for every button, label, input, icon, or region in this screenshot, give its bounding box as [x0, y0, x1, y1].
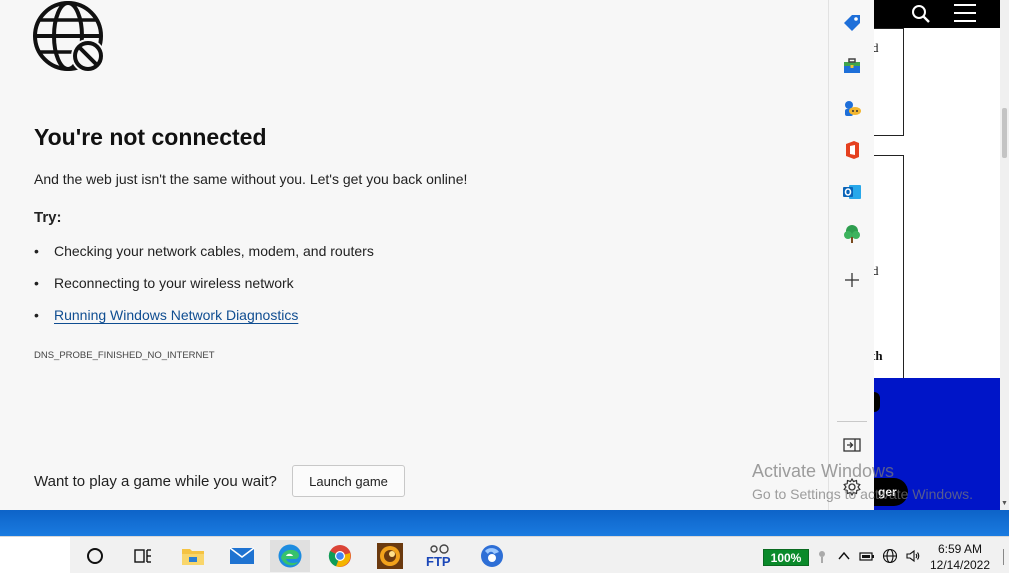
search-icon[interactable] [911, 4, 931, 24]
volume-icon[interactable] [905, 548, 921, 564]
network-globe-icon[interactable] [882, 548, 898, 564]
office-icon[interactable] [842, 140, 862, 160]
edge-icon[interactable] [270, 540, 310, 572]
text-fragment: d [874, 40, 879, 55]
bullet: • [34, 243, 39, 259]
game-app-icon[interactable] [370, 540, 410, 572]
suggestion-item: • Reconnecting to your wireless network [34, 275, 294, 291]
chevron-up-icon[interactable] [836, 548, 852, 564]
show-desktop-button[interactable] [1003, 549, 1009, 565]
file-explorer-icon[interactable] [173, 540, 213, 572]
window-bottom-strip [0, 510, 1009, 536]
scrollbar-thumb[interactable] [1002, 108, 1007, 158]
banner-cta-button[interactable]: ger [874, 478, 908, 506]
clock-date: 12/14/2022 [929, 558, 991, 572]
page-title: You're not connected [34, 124, 267, 150]
browser-app-icon[interactable] [472, 540, 512, 572]
edge-sidebar [828, 0, 874, 510]
cortana-icon[interactable] [75, 540, 115, 572]
text-fragment: d [874, 263, 879, 278]
taskbar: FTP 100% 6:59 AM 12/14/2022 [0, 536, 1009, 573]
suggestion-text: Checking your network cables, modem, and… [54, 243, 374, 259]
mail-icon[interactable] [222, 540, 262, 572]
task-view-icon[interactable] [123, 540, 163, 572]
svg-text:FTP: FTP [426, 554, 451, 569]
hide-sidebar-icon[interactable] [842, 435, 862, 455]
error-code: DNS_PROBE_FINISHED_NO_INTERNET [34, 350, 215, 361]
suggestion-text: Reconnecting to your wireless network [54, 275, 294, 291]
battery-icon[interactable] [859, 548, 875, 564]
network-diagnostics-link[interactable]: Running Windows Network Diagnostics [54, 307, 298, 323]
text-fragment: th [874, 348, 883, 363]
offline-error-page: You're not connected And the web just is… [0, 0, 828, 510]
touch-pen-icon[interactable] [814, 548, 830, 564]
tag-icon[interactable] [842, 13, 862, 33]
scroll-down-arrow-icon[interactable]: ▼ [1001, 500, 1008, 507]
bullet: • [34, 307, 39, 323]
add-icon[interactable] [842, 270, 862, 290]
page-scrollbar[interactable]: ▼ [1000, 0, 1009, 510]
launch-game-button[interactable]: Launch game [292, 465, 405, 497]
tree-icon[interactable] [842, 224, 862, 244]
games-icon[interactable] [842, 98, 862, 118]
outlook-icon[interactable] [842, 182, 862, 202]
search-box-area[interactable] [0, 537, 70, 573]
suggestion-item: • Running Windows Network Diagnostics [34, 307, 298, 323]
hamburger-menu-icon[interactable] [954, 4, 976, 24]
battery-indicator[interactable]: 100% [763, 549, 809, 566]
background-webpage: d d th ger ▼ [874, 0, 1009, 510]
background-header [874, 0, 1000, 28]
page-subtitle: And the web just isn't the same without … [34, 171, 468, 187]
settings-icon[interactable] [842, 477, 862, 497]
toolbox-icon[interactable] [842, 56, 862, 76]
chrome-icon[interactable] [320, 540, 360, 572]
try-heading: Try: [34, 209, 62, 226]
clock-time: 6:59 AM [937, 542, 983, 556]
banner-button[interactable] [874, 392, 880, 412]
ftp-icon[interactable]: FTP [418, 540, 458, 572]
no-internet-globe-icon [33, 1, 105, 73]
sidebar-divider [837, 421, 867, 422]
bullet: • [34, 275, 39, 291]
suggestion-item: • Checking your network cables, modem, an… [34, 243, 374, 259]
game-prompt: Want to play a game while you wait? [34, 473, 277, 490]
system-clock[interactable]: 6:59 AM 12/14/2022 [926, 541, 994, 573]
